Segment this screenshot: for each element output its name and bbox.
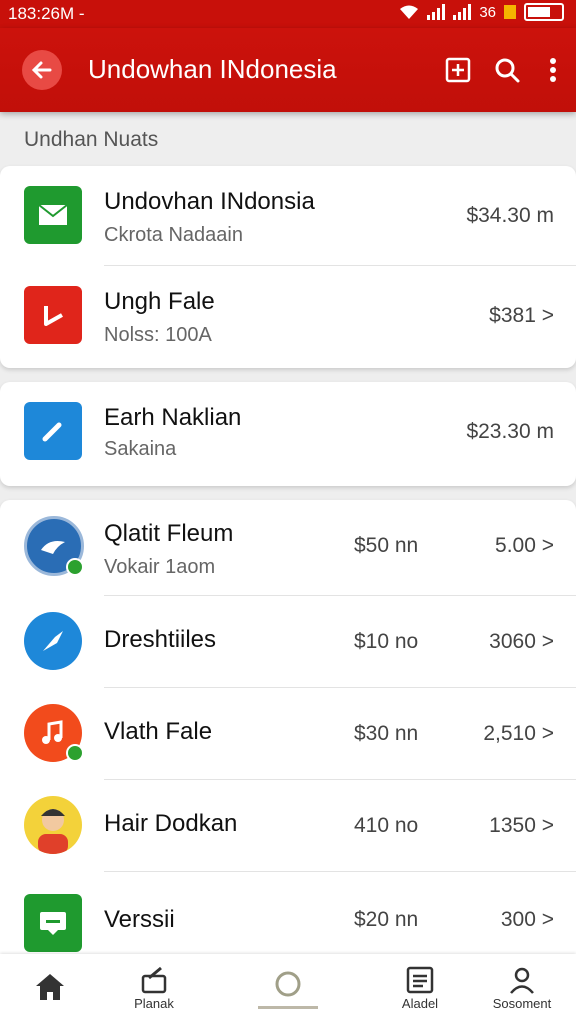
mail-icon: [24, 186, 82, 244]
item-value: $381 >: [489, 304, 554, 327]
nav-planak[interactable]: Planak: [106, 954, 202, 1024]
item-title: Verssii: [104, 906, 175, 933]
person-icon: [510, 967, 534, 994]
list-item[interactable]: Dreshtiiles $10 no 3060 >: [0, 596, 576, 688]
active-indicator: [258, 1006, 318, 1009]
arrow-left-icon: [31, 61, 52, 79]
back-button[interactable]: [22, 50, 62, 90]
item-price: $10 no: [354, 630, 419, 653]
more-button[interactable]: [535, 52, 571, 88]
item-subtitle: Ckrota Nadaain: [104, 224, 243, 246]
status-icons: 36: [399, 3, 564, 21]
list-item[interactable]: Undovhan INdonsia Ckrota Nadaain $34.30 …: [0, 166, 576, 266]
search-icon: [495, 58, 520, 83]
nav-label: Sosoment: [492, 996, 552, 1011]
list-item[interactable]: Ungh Fale Nolss: 100A $381 >: [0, 266, 576, 368]
item-count: 2,510 >: [483, 722, 554, 745]
signal-icon-2: [453, 4, 472, 20]
bird-icon: [24, 612, 82, 670]
add-button[interactable]: [440, 52, 476, 88]
nav-sosoment[interactable]: Sosoment: [474, 954, 570, 1024]
item-value: $34.30 m: [466, 204, 554, 227]
alert-icon: [504, 5, 516, 19]
item-title: Dreshtiiles: [104, 626, 217, 653]
item-subtitle: Nolss: 100A: [104, 324, 212, 346]
wifi-icon: [400, 5, 419, 19]
play-app-icon: [24, 286, 82, 344]
battery-icon: [524, 3, 564, 21]
item-title: Ungh Fale: [104, 288, 215, 315]
status-bar: 183:26M - 36: [0, 0, 576, 28]
bottom-navigation: Planak Aladel Sosoment: [0, 954, 576, 1024]
item-title: Undovhan INdonsia: [104, 188, 315, 215]
item-subtitle: Vokair 1aom: [104, 556, 216, 578]
nav-aladel[interactable]: Aladel: [372, 954, 468, 1024]
item-value: $23.30 m: [466, 420, 554, 443]
list-item[interactable]: Earh Naklian Sakaina $23.30 m: [0, 382, 576, 486]
status-dot: [66, 744, 84, 762]
item-price: 410 no: [354, 814, 419, 837]
list-item[interactable]: Qlatit Fleum Vokair 1aom $50 nn 5.00 >: [0, 500, 576, 596]
message-icon: [24, 894, 82, 952]
avatar-icon: [24, 796, 82, 854]
list-item[interactable]: Hair Dodkan 410 no 1350 >: [0, 780, 576, 872]
search-button[interactable]: [489, 52, 525, 88]
list-item[interactable]: Verssii $20 nn 300 >: [0, 872, 576, 954]
app-list: Qlatit Fleum Vokair 1aom $50 nn 5.00 > D…: [0, 500, 576, 954]
home-icon: [36, 974, 64, 1000]
edit-icon: [141, 966, 167, 994]
card-middle: Earh Naklian Sakaina $23.30 m: [0, 382, 576, 486]
pen-icon: [24, 402, 82, 460]
item-price: $30 nn: [354, 722, 419, 745]
item-title: Hair Dodkan: [104, 810, 238, 837]
item-count: 300 >: [500, 908, 554, 931]
item-count: 5.00 >: [495, 534, 554, 557]
circle-icon: [275, 971, 301, 997]
item-count: 1350 >: [489, 814, 554, 837]
more-vert-icon: [550, 58, 556, 82]
status-time: 183:26M -: [8, 4, 85, 23]
list-item[interactable]: Vlath Fale $30 nn 2,510 >: [0, 688, 576, 780]
status-dot: [66, 558, 84, 576]
add-box-icon: [445, 57, 471, 83]
nav-label: Aladel: [401, 996, 439, 1011]
item-title: Qlatit Fleum: [104, 520, 234, 547]
item-title: Earh Naklian: [104, 404, 242, 431]
item-price: $50 nn: [354, 534, 419, 557]
nav-label: Planak: [134, 996, 174, 1011]
item-price: $20 nn: [354, 908, 419, 931]
item-subtitle: Sakaina: [104, 438, 177, 460]
section-label: Undhan Nuats: [24, 128, 159, 151]
item-count: 3060 >: [489, 630, 554, 653]
list-icon: [406, 966, 434, 994]
status-extra: 36: [479, 3, 496, 21]
nav-home-circle[interactable]: [240, 954, 336, 1024]
item-title: Vlath Fale: [104, 718, 213, 745]
card-top: Undovhan INdonsia Ckrota Nadaain $34.30 …: [0, 166, 576, 368]
nav-home[interactable]: [2, 954, 98, 1024]
app-bar: Undowhan INdonesia: [0, 28, 576, 112]
app-title: Undowhan INdonesia: [88, 54, 337, 84]
signal-icon: [427, 4, 446, 20]
